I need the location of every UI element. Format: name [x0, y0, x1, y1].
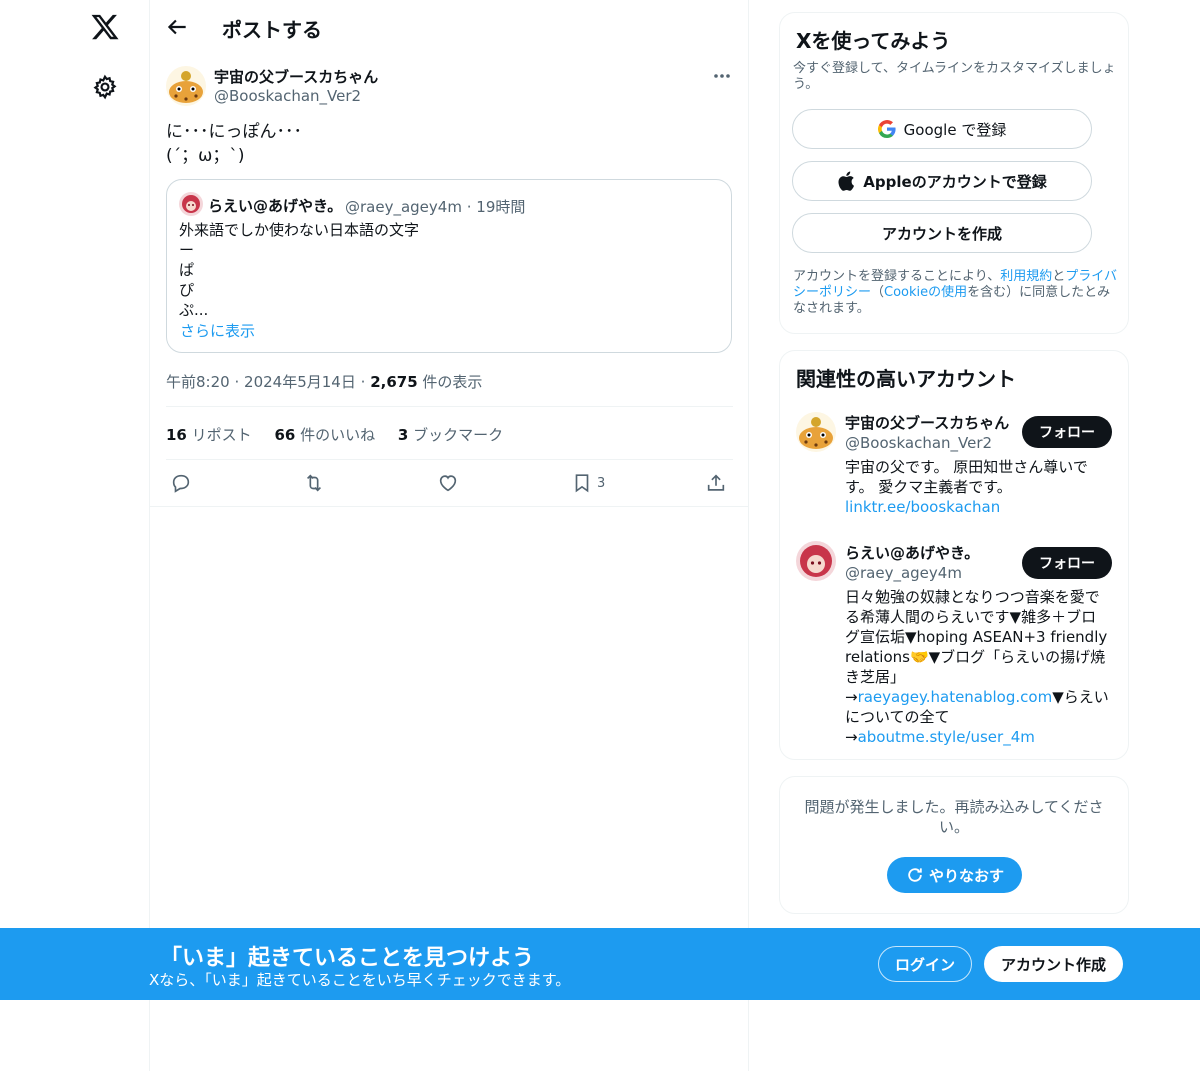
- account-bio-text: 宇宙の父です。 原田知世さん尊いです。 愛クマ主義者です。: [845, 458, 1088, 496]
- left-nav: [0, 0, 150, 1071]
- account-avatar[interactable]: [796, 412, 836, 452]
- share-icon: [707, 474, 725, 491]
- quote-author-name: らえい@あげやき。: [208, 197, 343, 215]
- meta-sep: ·: [234, 373, 240, 391]
- repost-icon: [306, 474, 322, 492]
- meta-sep: ·: [360, 373, 366, 391]
- post-actions: 3: [166, 470, 733, 496]
- x-logo-icon[interactable]: [90, 12, 120, 42]
- bookmark-stat[interactable]: 3 ブックマーク: [398, 426, 503, 444]
- apple-signup-button[interactable]: Appleのアカウントで登録: [792, 161, 1092, 201]
- show-more-link[interactable]: さらに表示: [180, 320, 255, 341]
- author-avatar[interactable]: [166, 66, 206, 106]
- bookmark-count: 3: [597, 475, 606, 491]
- heart-icon: [439, 475, 457, 492]
- retry-button[interactable]: やりなおす: [887, 857, 1022, 893]
- divider: [166, 459, 733, 460]
- topbar: ポストする: [150, 0, 749, 54]
- signup-banner: 「いま」起きていることを見つけよう Xなら、「いま」起きていることをいち早くチェ…: [0, 928, 1200, 1000]
- bookmark-icon: [575, 474, 589, 493]
- terms-text-part: （: [871, 285, 885, 300]
- like-button[interactable]: [437, 470, 459, 496]
- share-button[interactable]: [705, 470, 727, 496]
- apple-icon: [837, 171, 855, 191]
- related-accounts-card: 関連性の高いアカウント 宇宙の父ブースカちゃん @Booskachan_Ver2…: [779, 350, 1129, 760]
- post-date[interactable]: 2024年5月14日: [244, 373, 356, 391]
- account-link[interactable]: aboutme.style/user_4m: [858, 728, 1035, 746]
- follow-button[interactable]: フォロー: [1022, 416, 1112, 448]
- author-name[interactable]: 宇宙の父ブースカちゃん: [214, 66, 378, 87]
- retry-label: やりなおす: [928, 866, 1004, 885]
- signup-subtitle: 今すぐ登録して、タイムラインをカスタマイズしましょう。: [793, 61, 1116, 92]
- account-bio: 宇宙の父です。 原田知世さん尊いです。 愛クマ主義者です。 linktr.ee/…: [845, 457, 1110, 517]
- signup-title: Xを使ってみよう: [796, 29, 951, 53]
- account-handle[interactable]: @Booskachan_Ver2: [845, 434, 992, 452]
- terms-text: アカウントを登録することにより、利用規約とプライバシーポリシー（Cookieの使…: [793, 269, 1118, 317]
- back-arrow-icon[interactable]: [164, 14, 190, 40]
- reply-icon: [172, 474, 190, 493]
- quoted-post[interactable]: らえい@あげやき。 @raey_agey4m · 19時間 外来語でしか使わない…: [166, 179, 732, 353]
- create-account-label: アカウントを作成: [881, 224, 1002, 243]
- settings-gear-icon[interactable]: [92, 74, 118, 100]
- quote-author-meta: @raey_agey4m · 19時間: [345, 196, 525, 217]
- post-text: に･･･にっぽん･･･ (´；ω；`): [166, 122, 302, 166]
- account-bio-arrow: →: [845, 688, 858, 706]
- reply-button[interactable]: [170, 470, 192, 496]
- repost-stat[interactable]: 16 リポスト: [166, 426, 252, 444]
- divider: [166, 406, 733, 407]
- terms-text-part: と: [1052, 269, 1066, 284]
- create-account-banner-button[interactable]: アカウント作成: [984, 946, 1123, 982]
- more-options-icon[interactable]: [712, 66, 732, 86]
- quote-separator: ·: [466, 198, 472, 216]
- error-message: 問題が発生しました。再読み込みしてください。: [804, 798, 1104, 836]
- post-time[interactable]: 午前8:20: [166, 373, 230, 391]
- terms-text-part: アカウントを登録することにより、: [793, 269, 1001, 284]
- author-handle[interactable]: @Booskachan_Ver2: [214, 87, 361, 105]
- like-stat[interactable]: 66 件のいいね: [274, 426, 375, 444]
- google-signup-label: Google で登録: [903, 120, 1007, 139]
- post-stats: 16 リポスト 66 件のいいね 3 ブックマーク: [166, 424, 521, 445]
- quote-text: 外来語でしか使わない日本語の文字 ー ぱ ぴ ぷ...: [179, 221, 420, 319]
- login-button[interactable]: ログイン: [878, 946, 972, 982]
- refresh-icon: [908, 868, 922, 882]
- account-link[interactable]: linktr.ee/booskachan: [845, 498, 1000, 516]
- account-bio-text: 日々勉強の奴隷となりつつ音楽を愛でる希薄人間のらえいです▼雑多＋ブログ宣伝垢▼h…: [845, 588, 1108, 686]
- google-icon: [877, 120, 896, 138]
- terms-link[interactable]: 利用規約: [1000, 269, 1052, 284]
- account-name[interactable]: 宇宙の父ブースカちゃん: [845, 412, 1009, 433]
- account-handle[interactable]: @raey_agey4m: [845, 564, 962, 582]
- divider: [150, 506, 749, 507]
- error-card: 問題が発生しました。再読み込みしてください。 やりなおす: [779, 776, 1129, 914]
- repost-button[interactable]: [303, 470, 325, 496]
- related-title: 関連性の高いアカウント: [796, 367, 1016, 391]
- account-bio: 日々勉強の奴隷となりつつ音楽を愛でる希薄人間のらえいです▼雑多＋ブログ宣伝垢▼h…: [845, 587, 1110, 747]
- view-count: 2,675: [370, 373, 418, 391]
- create-account-button[interactable]: アカウントを作成: [792, 213, 1092, 253]
- view-label: 件の表示: [417, 373, 483, 391]
- account-link[interactable]: raeyagey.hatenablog.com: [858, 688, 1053, 706]
- follow-button[interactable]: フォロー: [1022, 547, 1112, 579]
- banner-title: 「いま」起きていることを見つけよう: [160, 946, 535, 971]
- account-avatar[interactable]: [796, 541, 836, 581]
- account-bio-arrow: →: [845, 728, 858, 746]
- signup-card: Xを使ってみよう 今すぐ登録して、タイムラインをカスタマイズしましょう。 Goo…: [779, 12, 1129, 334]
- cookie-link[interactable]: Cookieの使用: [884, 285, 967, 300]
- post-meta: 午前8:20 · 2024年5月14日 · 2,675 件の表示: [166, 371, 482, 392]
- quote-time: 19時間: [476, 198, 526, 216]
- banner-subtitle: Xなら、「いま」起きていることをいち早くチェックできます。: [149, 971, 571, 989]
- google-signup-button[interactable]: Google で登録: [792, 109, 1092, 149]
- page-title: ポストする: [222, 18, 322, 42]
- main-column: ポストする 宇宙の父ブースカちゃん @Booskachan_Ver2 に･･･に…: [150, 0, 749, 1071]
- account-name[interactable]: らえい@あげやき。: [845, 542, 979, 563]
- quote-author-handle: @raey_agey4m: [345, 198, 462, 216]
- apple-signup-label: Appleのアカウントで登録: [863, 172, 1047, 191]
- bookmark-button[interactable]: 3: [571, 470, 605, 496]
- quote-author-avatar: [179, 192, 203, 216]
